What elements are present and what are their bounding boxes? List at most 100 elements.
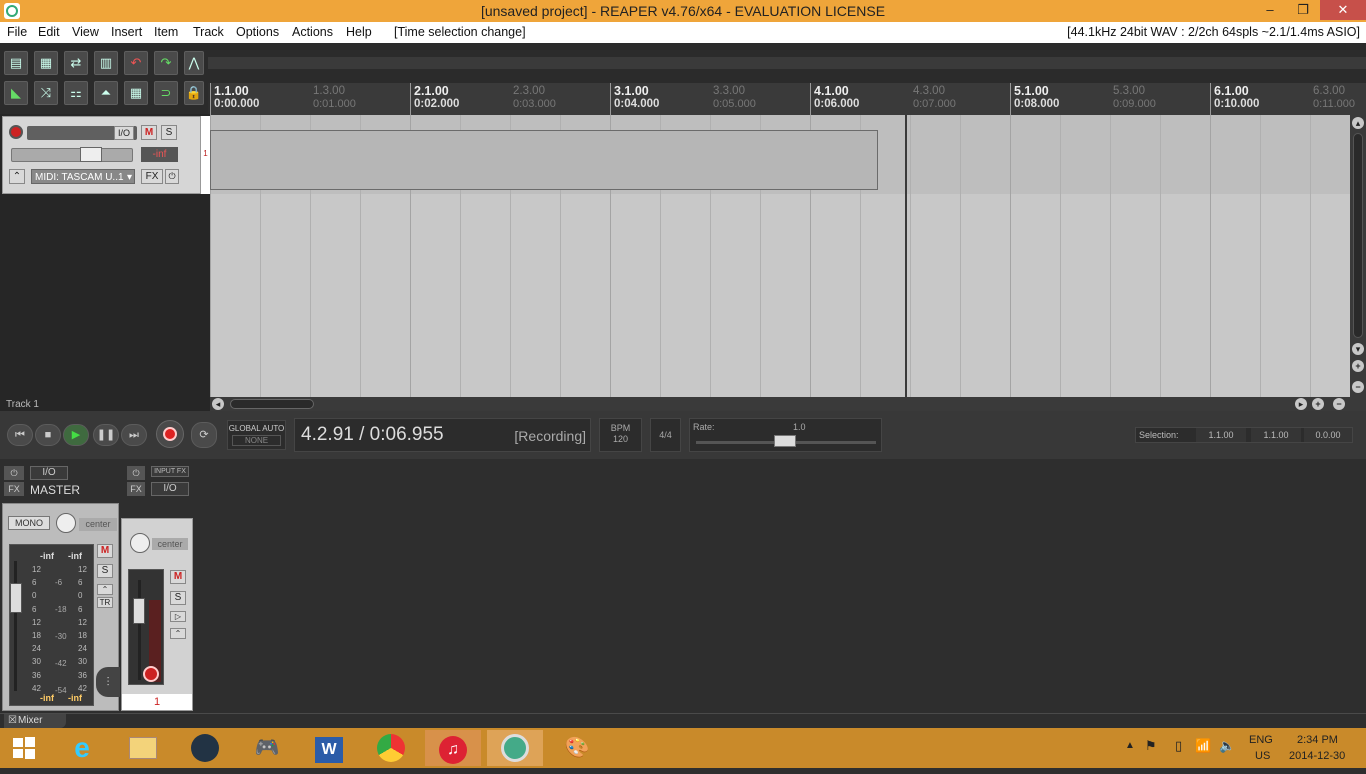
metronome-icon[interactable]: ⋀ [184, 51, 204, 75]
paint-icon[interactable]: 🎨 [549, 730, 605, 766]
master-envelope-icon[interactable]: ⌃ [97, 584, 113, 595]
track-fx-button-mixer[interactable]: FX [127, 482, 145, 496]
loop-icon[interactable]: ⊃ [154, 81, 178, 105]
go-to-start-icon[interactable]: ⏮ [7, 424, 33, 446]
track-volume-slider[interactable] [11, 147, 133, 162]
master-fader-thumb[interactable] [10, 583, 22, 613]
fx-bypass-icon[interactable]: ⏻ [165, 169, 179, 184]
track-input-select[interactable]: MIDI: TASCAM U..1 ▾ [31, 169, 135, 184]
zoom-out-horizontal-icon[interactable]: − [1333, 398, 1345, 410]
battery-icon[interactable]: ▯ [1175, 738, 1182, 754]
vertical-scroll-thumb[interactable] [1353, 133, 1363, 338]
menu-track[interactable]: Track [193, 25, 224, 39]
menu-item[interactable]: Item [154, 25, 178, 39]
track-record-arm-icon[interactable] [143, 666, 159, 682]
envelope-lock-icon[interactable]: ⏶ [94, 81, 118, 105]
playrate-control[interactable]: Rate: 1.0 [689, 418, 882, 452]
language-bottom[interactable]: US [1255, 750, 1270, 762]
zoom-in-horizontal-icon[interactable]: + [1312, 398, 1324, 410]
snap-grid-icon[interactable]: ▦ [124, 81, 148, 105]
mixer-routing-icon[interactable]: ⫶ [96, 667, 120, 697]
menu-edit[interactable]: Edit [38, 25, 60, 39]
volume-fader-thumb[interactable] [80, 147, 102, 162]
action-center-icon[interactable]: ⚑ [1145, 738, 1157, 754]
track-io-button-mixer[interactable]: I/O [151, 482, 189, 496]
menu-insert[interactable]: Insert [111, 25, 142, 39]
menu-help[interactable]: Help [346, 25, 372, 39]
horizontal-scrollbar[interactable]: ◂ ▸ + − [210, 397, 1366, 411]
scroll-left-icon[interactable]: ◂ [212, 398, 224, 410]
file-explorer-icon[interactable] [115, 730, 171, 766]
ripple-edit-icon[interactable]: ⤨ [34, 81, 58, 105]
chrome-icon[interactable] [363, 730, 419, 766]
track-power-icon[interactable]: ⏻ [127, 466, 145, 480]
master-pan-knob[interactable] [56, 513, 76, 533]
master-solo-button[interactable]: S [97, 564, 113, 578]
repeat-icon[interactable]: ⟳ [191, 422, 217, 448]
envelope-icon[interactable]: ⌃ [9, 169, 25, 184]
item-grouping-icon[interactable]: ⚏ [64, 81, 88, 105]
horizontal-scroll-thumb[interactable] [230, 399, 314, 409]
play-icon[interactable]: ▶ [63, 424, 89, 446]
master-fx-button[interactable]: FX [4, 482, 24, 496]
vertical-scrollbar[interactable]: ▴ ▾ + − [1350, 115, 1366, 397]
track-phase-icon[interactable]: ▷ [170, 611, 186, 622]
audio-device-info[interactable]: [44.1kHz 24bit WAV : 2/2ch 64spls ~2.1/1… [1067, 25, 1360, 39]
clock-time[interactable]: 2:34 PM [1297, 734, 1338, 746]
track-solo-button-mixer[interactable]: S [170, 591, 186, 605]
steam-icon[interactable] [177, 730, 233, 766]
selection-length[interactable]: 0.0.00 [1304, 428, 1352, 442]
gamepad-icon[interactable]: 🎮 [239, 730, 295, 766]
volume-icon[interactable]: 🔈 [1219, 738, 1235, 754]
start-button[interactable] [0, 730, 48, 766]
recording-media-item[interactable] [210, 130, 878, 190]
track-fx-button[interactable]: FX [141, 169, 163, 184]
zoom-in-vertical-icon[interactable]: + [1352, 360, 1364, 372]
project-settings-icon[interactable]: ▥ [94, 51, 118, 75]
master-io-button[interactable]: I/O [30, 466, 68, 480]
save-project-icon[interactable]: ⇄ [64, 51, 88, 75]
maximize-button[interactable]: ❐ [1288, 0, 1318, 20]
reaper-taskbar-icon[interactable] [487, 730, 543, 766]
clock-date[interactable]: 2014-12-30 [1289, 750, 1345, 762]
selection-end[interactable]: 1.1.00 [1251, 428, 1301, 442]
record-arm-icon[interactable] [9, 125, 23, 139]
master-power-icon[interactable]: ⏻ [4, 466, 24, 480]
menu-file[interactable]: File [7, 25, 27, 39]
rate-slider-thumb[interactable] [774, 435, 796, 447]
time-display[interactable]: 4.2.91 / 0:06.955 [Recording] [294, 418, 591, 452]
timeline-ruler[interactable]: 1.1.00 0:00.000 1.3.00 0:01.000 2.1.00 0:02… [210, 83, 1366, 115]
auto-crossfade-icon[interactable]: ◣ [4, 81, 28, 105]
scroll-up-icon[interactable]: ▴ [1352, 117, 1364, 129]
go-to-end-icon[interactable]: ⏭ [121, 424, 147, 446]
marker-lane[interactable] [208, 57, 1366, 69]
track-io-button[interactable]: I/O [114, 126, 134, 140]
language-top[interactable]: ENG [1249, 734, 1273, 746]
time-signature[interactable]: 4/4 [650, 418, 681, 452]
selection-start[interactable]: 1.1.00 [1196, 428, 1246, 442]
tray-expand-icon[interactable]: ▲ [1125, 740, 1135, 751]
pause-icon[interactable]: ❚❚ [93, 424, 119, 446]
track-pan-knob[interactable] [130, 533, 150, 553]
minimize-button[interactable]: – [1255, 0, 1285, 20]
selection-display[interactable]: Selection: 1.1.00 1.1.00 0.0.00 [1135, 427, 1353, 443]
mono-button[interactable]: MONO [8, 516, 50, 530]
bpm-display[interactable]: BPM 120 [599, 418, 642, 452]
master-mute-button[interactable]: M [97, 544, 113, 558]
open-project-icon[interactable]: ▦ [34, 51, 58, 75]
close-button[interactable]: ✕ [1320, 0, 1366, 20]
record-button[interactable] [156, 420, 184, 448]
menu-view[interactable]: View [72, 25, 99, 39]
track-header[interactable]: I/O M S -inf ⌃ MIDI: TASCAM U..1 ▾ FX ⏻ [2, 116, 201, 194]
global-auto-button[interactable]: GLOBAL AUTO NONE [227, 420, 286, 450]
track-envelope-icon[interactable]: ⌃ [170, 628, 186, 639]
track-mute-button-mixer[interactable]: M [170, 570, 186, 584]
master-tr-button[interactable]: TR [97, 597, 113, 608]
menu-options[interactable]: Options [236, 25, 279, 39]
scroll-right-icon[interactable]: ▸ [1295, 398, 1307, 410]
itunes-icon[interactable]: ♫ [425, 730, 481, 766]
close-icon[interactable]: ☒ [8, 714, 17, 728]
menu-actions[interactable]: Actions [292, 25, 333, 39]
track-solo-button[interactable]: S [161, 125, 177, 140]
stop-icon[interactable]: ■ [35, 424, 61, 446]
